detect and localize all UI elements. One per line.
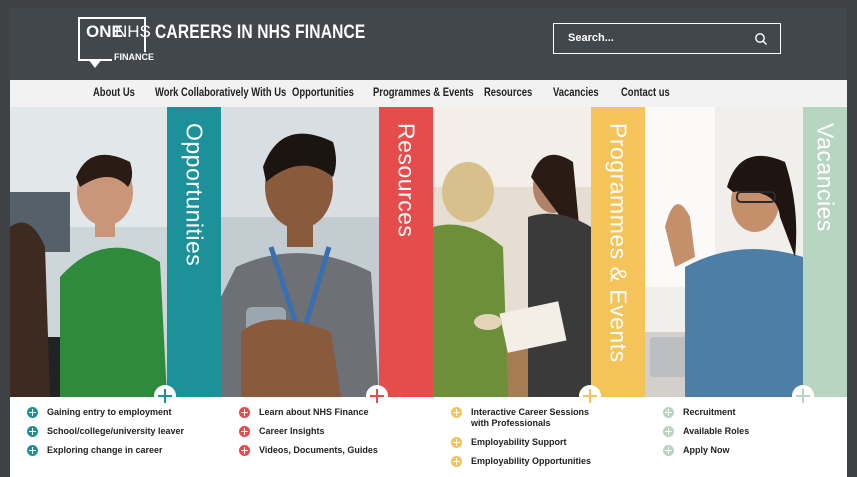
list-item[interactable]: Employability Opportunities	[451, 456, 621, 467]
vacancies-band-label: Vacancies	[812, 123, 839, 232]
list-item[interactable]: Recruitment	[663, 407, 833, 418]
list-item[interactable]: Employability Support	[451, 437, 621, 448]
plus-icon	[239, 445, 250, 456]
link-label: Employability Opportunities	[471, 456, 592, 466]
link-label: Available Roles	[683, 426, 750, 436]
plus-icon	[27, 407, 38, 418]
vacancies-band[interactable]: Vacancies	[803, 107, 847, 397]
programmes-events-links: Interactive Career Sessions with Profess…	[451, 407, 621, 475]
plus-icon	[27, 445, 38, 456]
programmes-events-photo[interactable]	[433, 107, 591, 397]
search-icon[interactable]	[754, 32, 768, 46]
logo-notch	[88, 59, 102, 68]
link-label: Interactive Career Sessions with Profess…	[471, 407, 590, 428]
nav-contact-us[interactable]: Contact us	[621, 87, 670, 99]
list-item[interactable]: Gaining entry to employment	[27, 407, 197, 418]
list-item[interactable]: Videos, Documents, Guides	[239, 445, 409, 456]
plus-icon	[451, 407, 462, 418]
opportunities-band[interactable]: Opportunities	[167, 107, 221, 397]
link-label: Recruitment	[683, 407, 736, 417]
logo-nhs-text: NHS	[115, 22, 151, 41]
list-item[interactable]: Learn about NHS Finance	[239, 407, 409, 418]
opportunities-links: Gaining entry to employment School/colle…	[27, 407, 197, 464]
list-item[interactable]: Exploring change in career	[27, 445, 197, 456]
nav-about-us[interactable]: About Us	[93, 87, 135, 99]
page-frame: ONE NHS FINANCE CAREERS IN NHS FINANCE S…	[10, 8, 847, 477]
list-item[interactable]: Apply Now	[663, 445, 833, 456]
plus-icon	[451, 437, 462, 448]
one-nhs-finance-logo[interactable]: ONE NHS FINANCE	[78, 17, 156, 68]
list-item[interactable]: School/college/university leaver	[27, 426, 197, 437]
programmes-events-band-label: Programmes & Events	[605, 123, 632, 363]
link-label: Career Insights	[259, 426, 325, 436]
list-item[interactable]: Interactive Career Sessions with Profess…	[451, 407, 601, 429]
list-item[interactable]: Available Roles	[663, 426, 833, 437]
vacancies-links: Recruitment Available Roles Apply Now	[663, 407, 833, 464]
logo-finance-text: FINANCE	[112, 52, 156, 62]
resources-links: Learn about NHS Finance Career Insights …	[239, 407, 409, 464]
nav-vacancies[interactable]: Vacancies	[553, 87, 599, 99]
link-label: Learn about NHS Finance	[259, 407, 369, 417]
plus-icon	[27, 426, 38, 437]
plus-icon	[451, 456, 462, 467]
site-header: ONE NHS FINANCE CAREERS IN NHS FINANCE S…	[10, 8, 847, 80]
programmes-events-plus-icon[interactable]	[579, 385, 601, 407]
nav-resources[interactable]: Resources	[484, 87, 532, 99]
opportunities-band-label: Opportunities	[181, 123, 208, 267]
link-label: Apply Now	[683, 445, 730, 455]
opportunities-plus-icon[interactable]	[154, 385, 176, 407]
link-label: Employability Support	[471, 437, 567, 447]
resources-photo[interactable]	[221, 107, 379, 397]
plus-icon	[663, 426, 674, 437]
search-input[interactable]: Search...	[553, 23, 781, 54]
vacancies-photo[interactable]	[645, 107, 803, 397]
plus-icon	[239, 407, 250, 418]
opportunities-photo[interactable]	[10, 107, 167, 397]
plus-icon	[663, 407, 674, 418]
nav-opportunities[interactable]: Opportunities	[292, 87, 354, 99]
vacancies-plus-icon[interactable]	[792, 385, 814, 407]
plus-icon	[663, 445, 674, 456]
hero-panels: Opportunities Resources Programmes & Eve…	[10, 107, 847, 407]
resources-band[interactable]: Resources	[379, 107, 433, 397]
link-label: Exploring change in career	[47, 445, 163, 455]
main-nav: About Us Work Collaboratively With Us Op…	[10, 80, 847, 107]
plus-icon	[239, 426, 250, 437]
programmes-events-band[interactable]: Programmes & Events	[591, 107, 645, 397]
link-label: Gaining entry to employment	[47, 407, 172, 417]
nav-work-collaboratively[interactable]: Work Collaboratively With Us	[155, 87, 286, 99]
link-label: School/college/university leaver	[47, 426, 185, 436]
link-label: Videos, Documents, Guides	[259, 445, 378, 455]
site-title[interactable]: CAREERS IN NHS FINANCE	[155, 22, 365, 44]
list-item[interactable]: Career Insights	[239, 426, 409, 437]
nav-programmes-events[interactable]: Programmes & Events	[373, 87, 474, 99]
resources-plus-icon[interactable]	[366, 385, 388, 407]
search-placeholder: Search...	[568, 32, 614, 44]
resources-band-label: Resources	[393, 123, 420, 238]
